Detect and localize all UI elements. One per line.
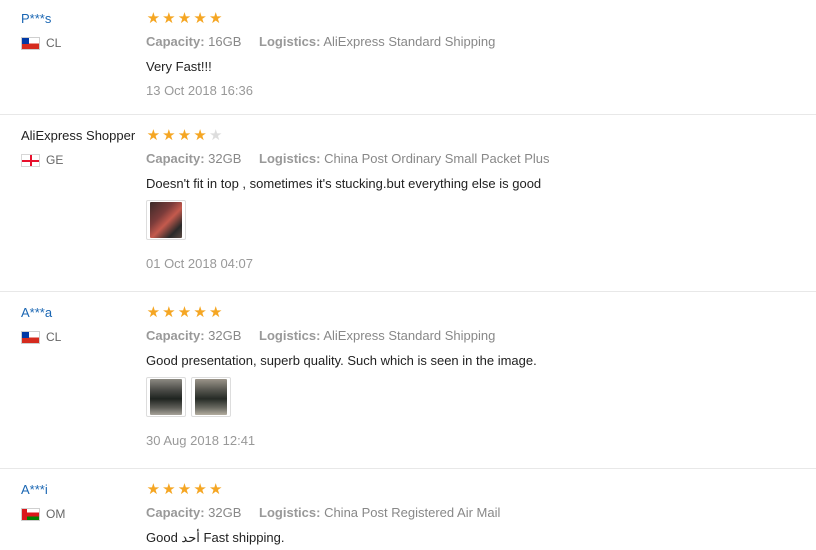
review-content: ★ ★ ★ ★ ★ Capacity: 32GB Logistics: China Po…: [146, 128, 796, 271]
review-item: AliExpress Shopper GE ★ ★ ★ ★ ★ Capacity: 32…: [0, 114, 816, 292]
star-empty-icon: ★: [208, 127, 223, 144]
reviewer-name[interactable]: A***a: [21, 305, 52, 320]
star-icon: ★: [177, 127, 192, 144]
reviewer-info: A***i OM: [21, 482, 65, 521]
capacity-value: 16GB: [208, 34, 242, 49]
review-content: ★ ★ ★ ★ ★ Capacity: 32GB Logistics: AliExpre…: [146, 305, 796, 448]
reviewer-name[interactable]: AliExpress Shopper: [21, 128, 135, 143]
country-code: OM: [46, 507, 66, 521]
star-icon: ★: [208, 10, 223, 27]
country-code: GE: [46, 153, 64, 167]
star-icon: ★: [162, 481, 176, 498]
photo-image: [150, 202, 182, 238]
photo-image: [195, 379, 227, 415]
photo-image: [150, 379, 182, 415]
review-date: 30 Aug 2018 12:41: [146, 433, 256, 448]
capacity-label: Capacity:: [146, 328, 205, 343]
review-text: Doesn't fit in top , sometimes it's stuc…: [146, 176, 542, 191]
review-content: ★ ★ ★ ★ ★ Capacity: 32GB Logistics: China Po…: [146, 482, 796, 546]
review-meta: Capacity: 16GB Logistics: AliExpress Sta…: [146, 34, 796, 49]
reviewer-info: A***a CL: [21, 305, 61, 344]
review-date: 01 Oct 2018 04:07: [146, 256, 253, 271]
star-icon: ★: [162, 304, 176, 321]
star-icon: ★: [193, 304, 207, 321]
logistics-value: AliExpress Standard Shipping: [323, 34, 496, 49]
capacity-label: Capacity:: [146, 151, 205, 166]
capacity-value: 32GB: [208, 505, 242, 520]
capacity-label: Capacity:: [146, 34, 205, 49]
star-icon: ★: [146, 10, 161, 27]
star-icon: ★: [162, 127, 176, 144]
star-icon: ★: [193, 481, 207, 498]
star-icon: ★: [146, 304, 161, 321]
review-meta: Capacity: 32GB Logistics: China Post Reg…: [146, 505, 796, 520]
review-photo-thumbnail[interactable]: [191, 377, 231, 417]
review-content: ★ ★ ★ ★ ★ Capacity: 16GB Logistics: AliExpre…: [146, 11, 796, 99]
reviewer-name[interactable]: A***i: [21, 482, 48, 497]
review-item: P***s CL ★ ★ ★ ★ ★ Capacity: 16GB Logistics:…: [0, 0, 816, 115]
review-text: Good أحد Fast shipping.: [146, 530, 285, 545]
rating-stars: ★ ★ ★ ★ ★: [146, 482, 796, 498]
capacity-value: 32GB: [208, 328, 242, 343]
review-photos: [146, 200, 796, 240]
star-icon: ★: [208, 481, 223, 498]
logistics-value: AliExpress Standard Shipping: [323, 328, 496, 343]
chile-flag-icon: [21, 36, 40, 50]
georgia-flag-icon: [21, 153, 40, 167]
logistics-label: Logistics:: [259, 328, 321, 343]
rating-stars: ★ ★ ★ ★ ★: [146, 128, 796, 144]
review-photos: [146, 377, 796, 417]
star-icon: ★: [162, 10, 176, 27]
review-meta: Capacity: 32GB Logistics: China Post Ord…: [146, 151, 796, 166]
chile-flag-icon: [21, 330, 40, 344]
reviewer-info: AliExpress Shopper GE: [21, 128, 135, 167]
logistics-value: China Post Ordinary Small Packet Plus: [324, 151, 550, 166]
logistics-label: Logistics:: [259, 505, 321, 520]
reviewer-country: CL: [21, 36, 61, 50]
review-meta: Capacity: 32GB Logistics: AliExpress Sta…: [146, 328, 796, 343]
reviewer-country: OM: [21, 507, 65, 521]
star-icon: ★: [193, 10, 207, 27]
review-photo-thumbnail[interactable]: [146, 200, 186, 240]
review-item: A***i OM ★ ★ ★ ★ ★ Capacity: 32GB Logistics:…: [0, 468, 816, 550]
review-photo-thumbnail[interactable]: [146, 377, 186, 417]
star-icon: ★: [146, 127, 161, 144]
star-icon: ★: [177, 10, 192, 27]
logistics-value: China Post Registered Air Mail: [324, 505, 501, 520]
star-icon: ★: [208, 304, 223, 321]
review-text: Very Fast!!!: [146, 59, 212, 74]
reviewer-name[interactable]: P***s: [21, 11, 51, 26]
star-icon: ★: [146, 481, 161, 498]
review-date: 13 Oct 2018 16:36: [146, 83, 253, 98]
oman-flag-icon: [21, 507, 40, 521]
rating-stars: ★ ★ ★ ★ ★: [146, 11, 796, 27]
country-code: CL: [46, 36, 62, 50]
capacity-label: Capacity:: [146, 505, 205, 520]
capacity-value: 32GB: [208, 151, 242, 166]
logistics-label: Logistics:: [259, 151, 321, 166]
reviewer-country: CL: [21, 330, 61, 344]
reviewer-country: GE: [21, 153, 63, 167]
review-item: A***a CL ★ ★ ★ ★ ★ Capacity: 32GB Logistics:…: [0, 291, 816, 469]
review-text: Good presentation, superb quality. Such …: [146, 353, 537, 368]
star-icon: ★: [177, 481, 192, 498]
reviewer-info: P***s CL: [21, 11, 61, 50]
country-code: CL: [46, 330, 62, 344]
rating-stars: ★ ★ ★ ★ ★: [146, 305, 796, 321]
star-icon: ★: [193, 127, 207, 144]
star-icon: ★: [177, 304, 192, 321]
logistics-label: Logistics:: [259, 34, 321, 49]
